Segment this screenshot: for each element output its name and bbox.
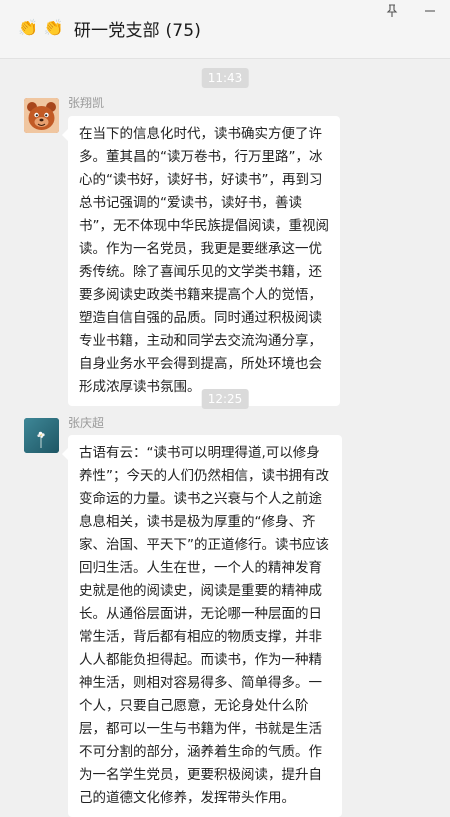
sender-name: 张翔凯 xyxy=(68,96,105,110)
message-bubble[interactable]: 古语有云：“读书可以明理得道,可以修身养性”；今天的人们仍然相信，读书拥有改变命… xyxy=(62,435,342,817)
clap-icon: 👏 xyxy=(43,18,64,37)
flower-avatar-icon xyxy=(24,418,59,453)
avatar[interactable] xyxy=(24,98,59,133)
chat-title[interactable]: 研一党支部 (75) xyxy=(74,16,201,41)
pin-icon[interactable] xyxy=(380,2,404,20)
minimize-icon[interactable] xyxy=(418,2,442,20)
timestamp: 11:43 xyxy=(201,68,249,88)
timestamp: 12:25 xyxy=(201,389,249,409)
message-bubble[interactable]: 在当下的信息化时代，读书确实方便了许多。董其昌的“读万卷书，行万里路”，冰心的“… xyxy=(62,116,340,406)
cartoon-bear-avatar-icon xyxy=(24,98,59,133)
sender-name: 张庆超 xyxy=(68,416,105,430)
window-controls xyxy=(380,2,442,20)
avatar[interactable] xyxy=(24,418,59,453)
chat-title-row: 👏 👏 研一党支部 (75) xyxy=(18,16,201,41)
chat-title-bar: 👏 👏 研一党支部 (75) xyxy=(0,0,450,59)
clap-icon: 👏 xyxy=(18,18,38,37)
